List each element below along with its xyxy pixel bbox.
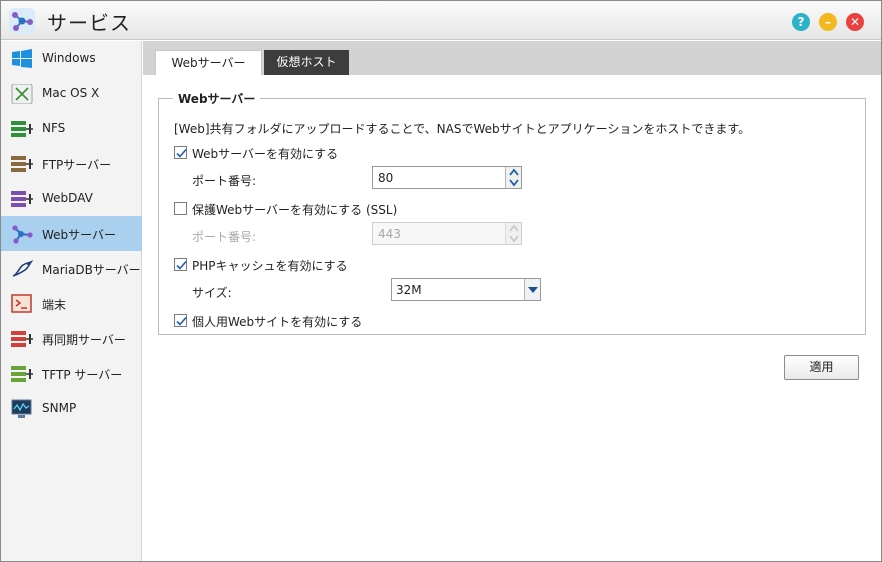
tab-virtual-host[interactable]: 仮想ホスト [264, 50, 349, 75]
tab-web-server[interactable]: Webサーバー [155, 50, 262, 75]
port-spinner [505, 167, 521, 188]
sidebar-item-nfs[interactable]: NFS [1, 111, 142, 146]
sidebar-item-mac-os-x[interactable]: Mac OS X [1, 76, 142, 111]
spin-up-icon[interactable] [509, 168, 519, 177]
webdav-icon [11, 191, 33, 207]
sidebar-item-terminal[interactable]: 端末 [1, 286, 142, 321]
sidebar-item-rsync-server[interactable]: 再同期サーバー [1, 321, 142, 356]
php-cache-size-value: 32M [396, 283, 422, 297]
description-text: [Web]共有フォルダにアップロードすることで、NASでWebサイトとアプリケー… [174, 122, 751, 136]
title-bar: サービス ? – ✕ [1, 1, 881, 40]
tftp-server-icon [11, 366, 33, 382]
select-dropdown-button [524, 279, 540, 300]
sidebar: Windows Mac OS X NFS FTPサーバー WebDAV Webサ… [1, 41, 142, 561]
sidebar-item-ftp-server[interactable]: FTPサーバー [1, 146, 142, 181]
group-legend: Webサーバー [173, 90, 261, 107]
chevron-down-icon [528, 287, 538, 293]
sidebar-item-label: NFS [42, 121, 66, 135]
terminal-icon [11, 294, 32, 313]
sidebar-item-mariadb-server[interactable]: MariaDBサーバー [1, 251, 142, 286]
sidebar-item-web-server[interactable]: Webサーバー [1, 216, 142, 251]
port-number-value: 80 [378, 171, 394, 185]
enable-php-cache-label: PHPキャッシュを有効にする [192, 259, 348, 273]
port-label: ポート番号: [192, 174, 257, 188]
enable-web-server-label: Webサーバーを有効にする [192, 147, 339, 161]
spin-down-icon [509, 235, 519, 243]
web-server-icon [12, 225, 33, 244]
enable-personal-website-label: 個人用Webサイトを有効にする [192, 315, 363, 329]
sidebar-item-webdav[interactable]: WebDAV [1, 181, 142, 216]
rsync-server-icon [11, 331, 33, 347]
ssl-port-number-value: 443 [378, 227, 401, 241]
php-cache-size-select[interactable]: 32M [391, 278, 541, 301]
window-title: サービス [47, 11, 131, 35]
enable-web-server-checkbox[interactable] [174, 146, 187, 159]
spin-down-icon[interactable] [509, 178, 519, 187]
sidebar-item-label: 端末 [42, 298, 67, 312]
sidebar-item-windows[interactable]: Windows [1, 41, 142, 76]
ssl-port-spinner [505, 223, 521, 244]
apply-button[interactable]: 適用 [784, 355, 859, 380]
sidebar-item-label: MariaDBサーバー [42, 263, 141, 277]
enable-php-cache-checkbox[interactable] [174, 258, 187, 271]
web-server-settings-group: Webサーバー [Web]共有フォルダにアップロードすることで、NASでWebサ… [158, 90, 866, 335]
sidebar-item-label: 再同期サーバー [42, 333, 126, 347]
enable-personal-website-checkbox[interactable] [174, 314, 187, 327]
services-window: サービス ? – ✕ Windows Mac OS X NFS FTPサーバー … [0, 0, 882, 562]
content-panel: Webサーバー 仮想ホスト Webサーバー [Web]共有フォルダにアップロード… [143, 41, 881, 561]
ssl-port-label: ポート番号: [192, 230, 257, 244]
minimize-button[interactable]: – [819, 13, 837, 31]
enable-ssl-checkbox[interactable] [174, 202, 187, 215]
tab-bar: Webサーバー 仮想ホスト [143, 41, 881, 75]
sidebar-item-label: Webサーバー [42, 228, 117, 242]
enable-ssl-label: 保護Webサーバーを有効にする (SSL) [192, 203, 398, 217]
windows-icon [12, 49, 32, 68]
close-button[interactable]: ✕ [846, 13, 864, 31]
spin-up-icon [509, 224, 519, 232]
port-number-input[interactable]: 80 [372, 166, 522, 189]
nfs-icon [11, 121, 33, 137]
sidebar-item-label: SNMP [42, 401, 77, 415]
ssl-port-number-input[interactable]: 443 [372, 222, 522, 245]
checkmark-icon [176, 260, 187, 270]
checkmark-icon [176, 316, 187, 326]
checkmark-icon [176, 148, 187, 158]
help-button[interactable]: ? [792, 13, 810, 31]
sidebar-item-label: Windows [42, 51, 96, 65]
sidebar-item-label: WebDAV [42, 191, 93, 205]
sidebar-item-snmp[interactable]: SNMP [1, 391, 142, 426]
sidebar-item-label: Mac OS X [42, 86, 100, 100]
services-app-icon [9, 8, 35, 34]
ftp-server-icon [11, 156, 33, 172]
mariadb-icon [12, 260, 33, 277]
snmp-icon [11, 399, 32, 418]
sidebar-item-label: TFTP サーバー [42, 368, 123, 382]
size-label: サイズ: [192, 286, 232, 300]
mac-os-icon [11, 84, 33, 104]
sidebar-item-label: FTPサーバー [42, 158, 112, 172]
sidebar-item-tftp-server[interactable]: TFTP サーバー [1, 356, 142, 391]
